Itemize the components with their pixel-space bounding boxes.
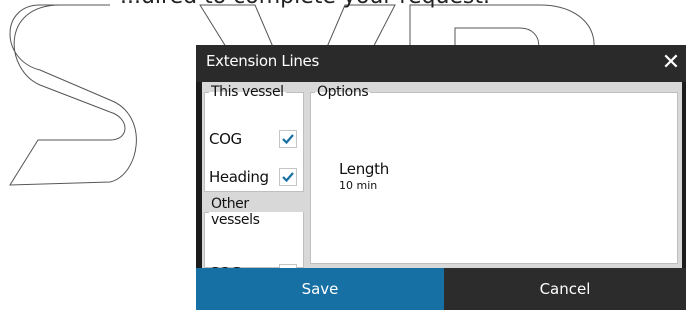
length-setting[interactable]: Length 10 min: [339, 160, 389, 192]
this-vessel-cog-label: COG: [209, 130, 242, 148]
length-value: 10 min: [339, 179, 378, 192]
checkmark-icon: [282, 172, 294, 183]
dialog-button-bar: Save Cancel: [196, 268, 686, 310]
dialog-content: This vessel COG Heading Other vessels Op…: [202, 82, 682, 282]
options-group: Options Length 10 min: [310, 84, 678, 264]
close-button[interactable]: ✕: [656, 48, 686, 78]
other-vessels-group: Other vessels COG: [204, 196, 304, 282]
this-vessel-heading-row[interactable]: Heading: [209, 162, 301, 192]
other-vessels-legend: Other vessels: [211, 196, 260, 228]
background-text: ...uired to complete your request.: [120, 0, 490, 9]
this-vessel-heading-checkbox[interactable]: [279, 168, 297, 186]
checkmark-icon: [282, 134, 294, 145]
options-legend: Options: [317, 84, 369, 100]
this-vessel-legend: This vessel: [211, 84, 284, 100]
this-vessel-cog-row[interactable]: COG: [209, 124, 301, 154]
vessel-column: This vessel COG Heading Other vessels: [202, 82, 306, 282]
this-vessel-heading-label: Heading: [209, 168, 269, 186]
dialog-titlebar: Extension Lines ✕: [196, 45, 686, 82]
options-column: Options Length 10 min: [308, 82, 682, 268]
extension-lines-dialog: Extension Lines ✕ This vessel COG Headin…: [196, 45, 686, 310]
save-button[interactable]: Save: [196, 268, 444, 310]
close-icon: ✕: [661, 50, 681, 75]
this-vessel-cog-checkbox[interactable]: [279, 130, 297, 148]
dialog-title: Extension Lines: [206, 52, 319, 70]
this-vessel-group: This vessel COG Heading: [204, 84, 304, 192]
cancel-button[interactable]: Cancel: [444, 268, 686, 310]
length-label: Length: [339, 160, 389, 178]
